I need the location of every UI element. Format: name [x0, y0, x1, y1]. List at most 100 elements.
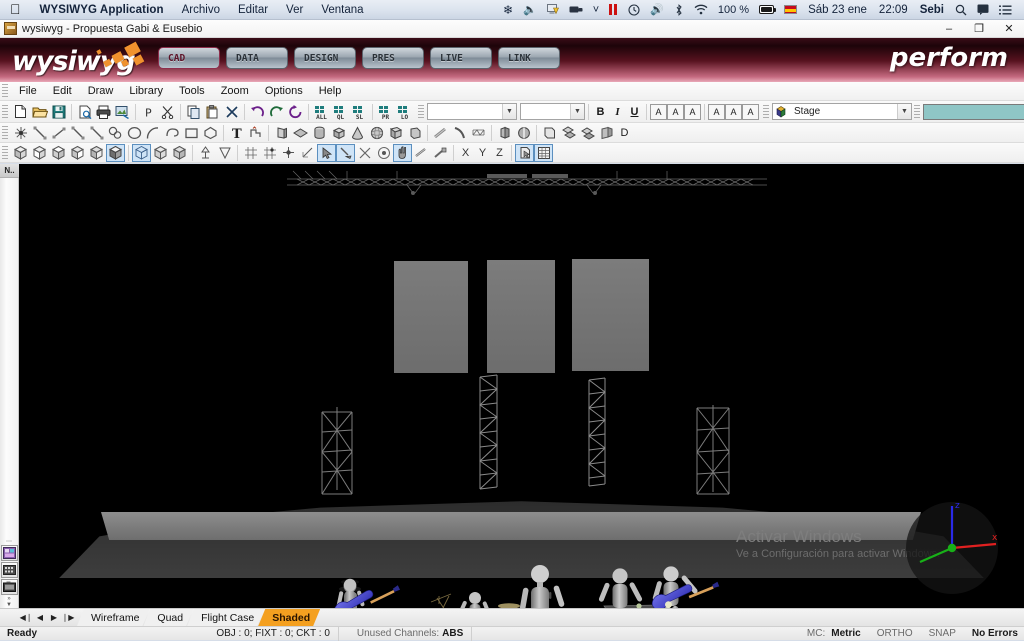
text-align-left-button[interactable]: A [650, 103, 667, 120]
mirror-object-icon[interactable] [514, 124, 533, 142]
font-family-combo[interactable]: ▼ [427, 103, 517, 120]
cylinder-icon[interactable] [310, 124, 329, 142]
chevron-down-icon[interactable]: ▼ [897, 104, 911, 119]
maximize-button[interactable]: ❐ [964, 20, 994, 38]
target-icon[interactable] [374, 144, 393, 162]
toolbar-grip-4[interactable] [914, 104, 920, 119]
dropbox-icon[interactable]: ❄ [498, 0, 518, 20]
pause-icon[interactable] [604, 0, 623, 20]
paste-icon[interactable] [203, 103, 222, 121]
truss-corner-icon[interactable] [450, 124, 469, 142]
toolbar-grip-2[interactable] [418, 104, 424, 119]
screen-mirroring-icon[interactable] [564, 0, 588, 20]
display-warning-icon[interactable] [542, 0, 564, 20]
arc-icon[interactable] [144, 124, 163, 142]
grid-button-ql[interactable]: QL [331, 103, 350, 121]
wifi-icon[interactable] [689, 0, 713, 20]
view-tab-wireframe[interactable]: Wireframe [77, 609, 149, 626]
undo-arrow-icon[interactable] [248, 103, 267, 121]
menu-file[interactable]: File [11, 82, 45, 101]
cameras-panel-icon[interactable] [1, 579, 18, 595]
polyline-icon[interactable] [68, 124, 87, 142]
torus-icon[interactable] [405, 124, 424, 142]
export-image-icon[interactable] [113, 103, 132, 121]
truss-grid-icon[interactable] [469, 124, 488, 142]
crosshair-icon[interactable] [355, 144, 374, 162]
distribute-icon[interactable] [559, 124, 578, 142]
macos-user-name[interactable]: Sebi [914, 4, 950, 16]
cut-scissors-icon[interactable] [158, 103, 177, 121]
view-toolbar-grip[interactable] [2, 145, 8, 160]
search-icon[interactable] [950, 0, 972, 20]
wall-icon[interactable] [272, 124, 291, 142]
chevron-down-icon[interactable]: ▼ [570, 104, 584, 119]
next-view-button[interactable]: ▶ [47, 611, 61, 625]
first-view-button[interactable]: ◀❘ [19, 611, 33, 625]
font-size-combo[interactable]: ▼ [520, 103, 585, 120]
snap-angle-icon[interactable] [298, 144, 317, 162]
mode-tab-live[interactable]: LIVE [430, 47, 492, 69]
align-icon[interactable] [540, 124, 559, 142]
italic-button[interactable]: I [609, 103, 626, 120]
chevron-down-icon[interactable]: ˅ [588, 0, 604, 20]
control-center-icon[interactable] [994, 0, 1017, 20]
view-top-icon[interactable] [49, 144, 68, 162]
menu-draw[interactable]: Draw [80, 82, 122, 101]
axis-z-button[interactable]: Z [491, 144, 508, 161]
grid-extend-icon[interactable] [260, 144, 279, 162]
layers-panel-icon[interactable] [1, 545, 18, 561]
macos-date[interactable]: Sáb 23 ene [802, 4, 873, 16]
menu-help[interactable]: Help [311, 82, 350, 101]
toolbar-grip-1[interactable] [2, 104, 8, 119]
macos-menu-editar[interactable]: Editar [229, 4, 277, 16]
grid-snap-icon[interactable] [241, 144, 260, 162]
3d-viewport[interactable]: Activar Windows Ve a Configuración para … [19, 164, 1024, 608]
view-shaded-icon[interactable] [106, 143, 125, 162]
pan-hand-icon[interactable] [393, 143, 412, 162]
line-segment-icon[interactable] [49, 124, 68, 142]
redo-arrow-icon[interactable] [267, 103, 286, 121]
text-style-button-3[interactable]: A [742, 103, 759, 120]
refresh-icon[interactable] [286, 103, 305, 121]
view-front-icon[interactable] [30, 144, 49, 162]
plane-icon[interactable] [291, 124, 310, 142]
lasso-select-icon[interactable] [336, 143, 355, 162]
dimension-icon[interactable] [246, 124, 265, 142]
bluetooth-icon[interactable] [669, 0, 689, 20]
prev-view-button[interactable]: ◀ [33, 611, 47, 625]
text-style-button-2[interactable]: A [725, 103, 742, 120]
print-icon[interactable] [94, 103, 113, 121]
axis-orientation-gizmo[interactable]: z x [902, 496, 1002, 596]
menu-zoom[interactable]: Zoom [213, 82, 257, 101]
rotate-object-icon[interactable] [495, 124, 514, 142]
zoom-window-icon[interactable] [412, 144, 431, 162]
sphere-icon[interactable] [367, 124, 386, 142]
text-align-center-button[interactable]: A [667, 103, 684, 120]
text-tool-icon[interactable]: T [227, 124, 246, 142]
mode-tab-design[interactable]: DESIGN [294, 47, 356, 69]
status-units[interactable]: Metric [829, 627, 868, 641]
last-view-button[interactable]: ❘▶ [61, 611, 75, 625]
grid-button-sl[interactable]: SL [350, 103, 369, 121]
view-back-icon[interactable] [87, 144, 106, 162]
multiline-icon[interactable] [87, 124, 106, 142]
point-icon[interactable] [11, 124, 30, 142]
line-icon[interactable] [30, 124, 49, 142]
axis-x-button[interactable]: X [457, 144, 474, 161]
volume-icon[interactable]: 🔈 [518, 0, 542, 20]
polygon-icon[interactable] [201, 124, 220, 142]
menu-edit[interactable]: Edit [45, 82, 80, 101]
data-table-icon[interactable] [534, 143, 553, 162]
menu-drag-grip[interactable] [2, 84, 8, 98]
notification-center-icon[interactable] [972, 0, 994, 20]
view-quad-icon[interactable] [151, 144, 170, 162]
view-side-icon[interactable] [68, 144, 87, 162]
pick-icon[interactable] [515, 143, 534, 162]
menu-options[interactable]: Options [257, 82, 311, 101]
bold-button[interactable]: B [592, 103, 609, 120]
panel-resize-dots[interactable]: ⋯ [0, 538, 19, 545]
macos-menu-archivo[interactable]: Archivo [173, 4, 229, 16]
spline-icon[interactable] [106, 124, 125, 142]
time-machine-icon[interactable] [623, 0, 645, 20]
text-align-right-button[interactable]: A [684, 103, 701, 120]
